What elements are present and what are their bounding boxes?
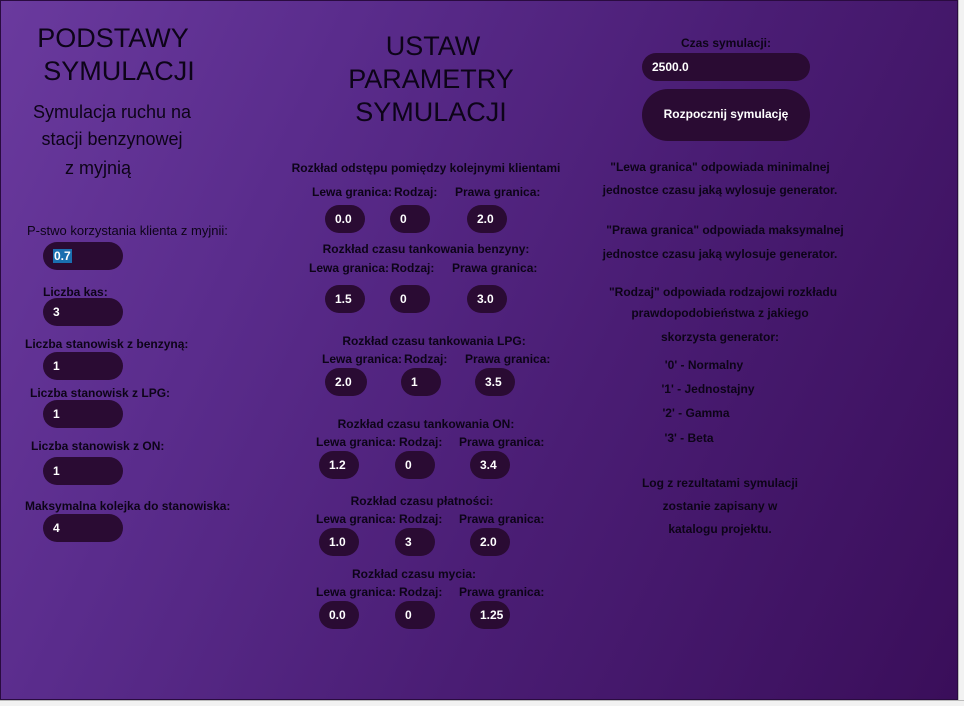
info-line: Log z rezultatami symulacji: [641, 476, 799, 490]
group-kind-input[interactable]: 0: [390, 285, 430, 313]
group-title: Rozkład czasu mycia:: [351, 567, 477, 581]
info-line: "Lewa granica" odpowiada minimalnej: [610, 160, 830, 174]
kind-label: Rodzaj:: [394, 185, 438, 199]
left-bound-label: Lewa granica:: [316, 435, 397, 449]
app-window: PODSTAWY SYMULACJI Symulacja ruchu na st…: [0, 0, 958, 700]
group-kind-input[interactable]: 0: [395, 451, 435, 479]
group-title: Rozkład czasu tankowania benzyny:: [322, 242, 530, 256]
mid-title-line1: USTAW: [385, 31, 481, 61]
benzyna-input[interactable]: 1: [43, 352, 123, 380]
right-bound-label: Prawa granica:: [465, 352, 551, 366]
info-line: jednostce czasu jaką wylosuje generator.: [602, 247, 838, 261]
right-bound-label: Prawa granica:: [459, 435, 545, 449]
group-kind-input[interactable]: 1: [401, 368, 441, 396]
time-label: Czas symulacji:: [680, 36, 772, 50]
info-line: "Prawa granica" odpowiada maksymalnej: [606, 223, 844, 237]
prob-input[interactable]: 0.7: [43, 242, 123, 270]
kind-label: Rodzaj:: [404, 352, 448, 366]
right-bound-label: Prawa granica:: [455, 185, 541, 199]
kasy-input[interactable]: 3: [43, 298, 123, 326]
group-right-input[interactable]: 3.4: [470, 451, 510, 479]
info-line: jednostce czasu jaką wylosuje generator.: [602, 183, 838, 197]
right-bound-label: Prawa granica:: [452, 261, 538, 275]
time-input[interactable]: 2500.0: [642, 53, 810, 81]
info-line: prawdopodobieństwa z jakiego: [631, 306, 809, 320]
info-line: zostanie zapisany w: [662, 499, 778, 513]
group-right-input[interactable]: 2.0: [470, 528, 510, 556]
group-title: Rozkład czasu tankowania LPG:: [342, 334, 526, 348]
group-left-input[interactable]: 0.0: [325, 205, 365, 233]
benzyna-label: Liczba stanowisk z benzyną:: [25, 337, 189, 351]
group-kind-input[interactable]: 0: [390, 205, 430, 233]
info-line: '1' - Jednostajny: [661, 382, 755, 396]
group-left-input[interactable]: 1.2: [319, 451, 359, 479]
window-edge-bottom: [0, 700, 964, 706]
group-right-input[interactable]: 3.5: [475, 368, 515, 396]
prob-value: 0.7: [53, 249, 72, 263]
right-bound-label: Prawa granica:: [459, 512, 545, 526]
subtitle-line1: Symulacja ruchu na: [32, 102, 192, 122]
group-left-input[interactable]: 2.0: [325, 368, 367, 396]
group-right-input[interactable]: 1.25: [470, 601, 510, 629]
on-input[interactable]: 1: [43, 457, 123, 485]
start-simulation-button[interactable]: Rozpocznij symulację: [642, 89, 810, 141]
info-line: '0' - Normalny: [664, 358, 744, 372]
left-bound-label: Lewa granica:: [322, 352, 403, 366]
info-line: '2' - Gamma: [662, 406, 730, 420]
info-line: katalogu projektu.: [668, 522, 772, 536]
group-kind-input[interactable]: 0: [395, 601, 435, 629]
kind-label: Rodzaj:: [399, 585, 443, 599]
group-title: Rozkład czasu płatności:: [350, 494, 494, 508]
group-kind-input[interactable]: 3: [395, 528, 435, 556]
subtitle-line3: z myjnią: [64, 158, 131, 178]
group-title: Rozkład odstępu pomiędzy kolejnymi klien…: [291, 161, 561, 175]
kind-label: Rodzaj:: [399, 435, 443, 449]
group-left-input[interactable]: 1.5: [325, 285, 365, 313]
group-right-input[interactable]: 2.0: [467, 205, 507, 233]
kolejka-label: Maksymalna kolejka do stanowiska:: [25, 499, 231, 513]
info-line: '3' - Beta: [664, 431, 714, 445]
info-line: "Rodzaj" odpowiada rodzajowi rozkładu: [608, 285, 838, 299]
left-bound-label: Lewa granica:: [316, 512, 397, 526]
group-left-input[interactable]: 1.0: [319, 528, 359, 556]
group-left-input[interactable]: 0.0: [319, 601, 359, 629]
group-right-input[interactable]: 3.0: [467, 285, 507, 313]
left-title-line2: SYMULACJI: [43, 56, 195, 86]
subtitle-line2: stacji benzynowej: [41, 129, 183, 149]
lpg-input[interactable]: 1: [43, 400, 123, 428]
right-bound-label: Prawa granica:: [459, 585, 545, 599]
kind-label: Rodzaj:: [391, 261, 435, 275]
left-bound-label: Lewa granica:: [309, 261, 390, 275]
left-bound-label: Lewa granica:: [316, 585, 397, 599]
lpg-label: Liczba stanowisk z LPG:: [30, 386, 171, 400]
on-label: Liczba stanowisk z ON:: [31, 439, 165, 453]
left-title-line1: PODSTAWY: [37, 23, 189, 53]
kind-label: Rodzaj:: [399, 512, 443, 526]
left-bound-label: Lewa granica:: [312, 185, 393, 199]
prob-label: P-stwo korzystania klienta z myjnii:: [27, 223, 228, 238]
mid-title-line3: SYMULACJI: [355, 97, 507, 127]
window-edge-right: [958, 0, 964, 705]
kasy-label: Liczba kas:: [43, 285, 108, 299]
group-title: Rozkład czasu tankowania ON:: [337, 417, 515, 431]
kolejka-input[interactable]: 4: [43, 514, 123, 542]
mid-title-line2: PARAMETRY: [348, 64, 514, 94]
info-line: skorzysta generator:: [660, 330, 780, 344]
